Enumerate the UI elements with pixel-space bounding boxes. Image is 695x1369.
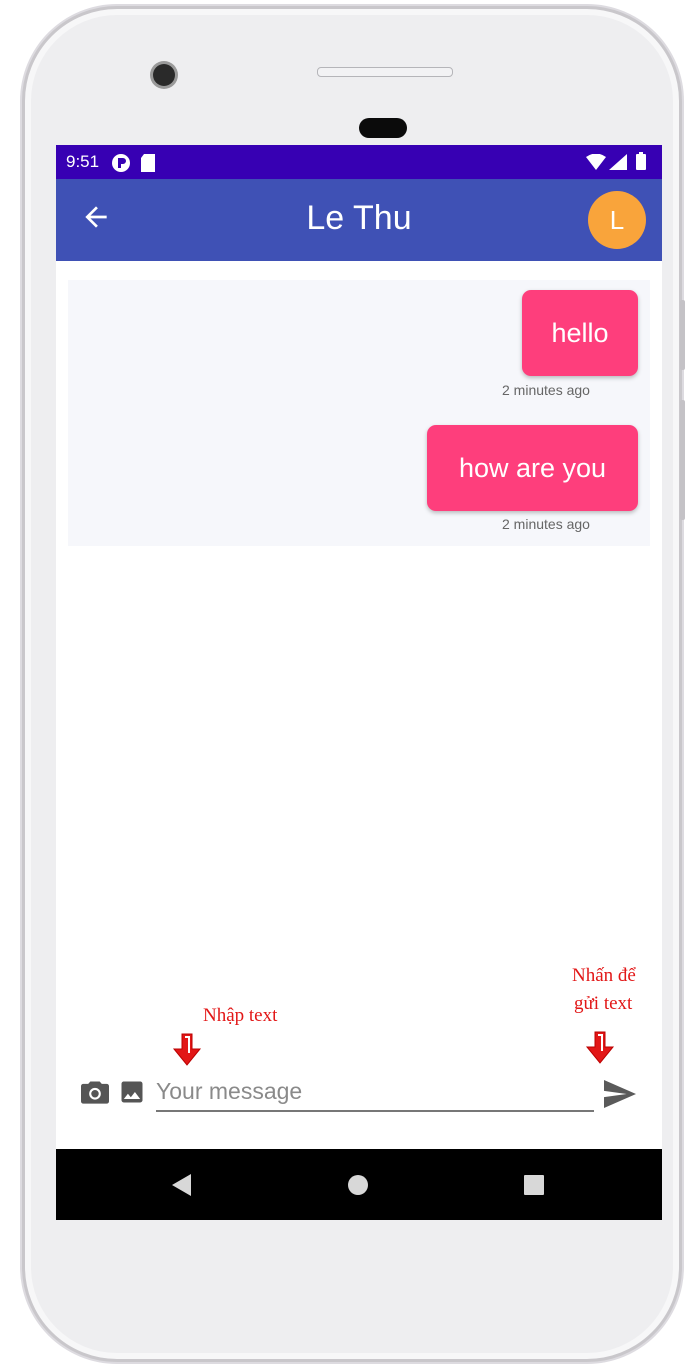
message-bubble[interactable]: how are you <box>427 425 638 511</box>
nav-back-icon[interactable] <box>171 1174 193 1196</box>
annotation-input-hint: Nhập text <box>203 1005 278 1026</box>
annotation-send-hint-1: Nhấn để <box>572 965 636 986</box>
app-bar: Le Thu L <box>56 179 662 261</box>
message-timestamp: 2 minutes ago <box>502 382 590 398</box>
proximity-sensor <box>359 118 407 138</box>
power-button <box>680 400 685 520</box>
speaker-grille <box>317 67 453 77</box>
message-bubble[interactable]: hello <box>522 290 638 376</box>
volume-button <box>680 300 685 370</box>
annotation-send-hint-2: gửi text <box>574 993 633 1014</box>
conversation-title: Le Thu <box>306 199 412 237</box>
arrow-down-icon <box>172 1033 202 1066</box>
status-time: 9:51 <box>66 152 100 171</box>
nav-recents-icon[interactable] <box>524 1175 544 1195</box>
front-camera <box>153 64 175 86</box>
camera-icon[interactable] <box>81 1079 109 1105</box>
contact-avatar[interactable]: L <box>588 191 646 249</box>
battery-icon <box>636 152 646 170</box>
arrow-down-icon <box>585 1031 615 1064</box>
signal-icon <box>609 154 627 170</box>
android-nav-bar <box>56 1149 662 1220</box>
status-bar: 9:51 <box>56 145 662 179</box>
send-icon[interactable] <box>604 1080 636 1108</box>
message-input[interactable] <box>156 1072 594 1112</box>
nav-home-icon[interactable] <box>347 1174 369 1196</box>
message-list: hello 2 minutes ago how are you 2 minute… <box>68 280 650 546</box>
phone-screen: 9:51 Le Thu L hello 2 minutes ago how ar… <box>56 145 662 1220</box>
message-timestamp: 2 minutes ago <box>502 516 590 532</box>
sd-card-icon <box>141 154 155 172</box>
image-icon[interactable] <box>118 1078 146 1106</box>
app-notification-icon <box>112 154 130 172</box>
wifi-icon <box>586 154 606 170</box>
message-composer <box>56 1065 662 1121</box>
